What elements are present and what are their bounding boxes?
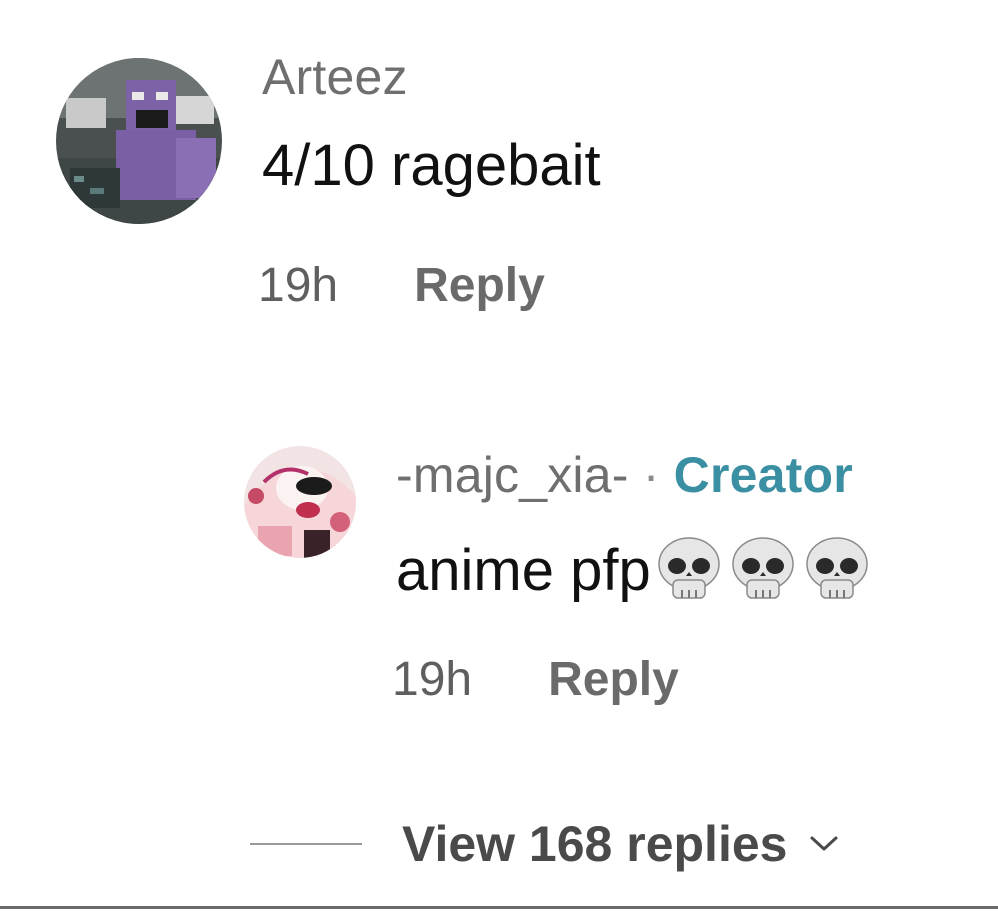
comment-timestamp: 19h (258, 259, 339, 312)
reply-meta: 19h Reply (392, 652, 679, 707)
comment-text: 4/10 ragebait (262, 133, 601, 198)
reply-text-row: anime pfp (396, 532, 873, 604)
comment-username[interactable]: Arteez (262, 48, 408, 106)
avatar[interactable] (56, 58, 222, 224)
bottom-divider (0, 906, 998, 909)
reply-header: -majc_xia- · Creator (396, 446, 853, 504)
skull-emoji (801, 532, 873, 604)
view-replies-button[interactable]: View 168 replies (250, 815, 839, 873)
creator-badge: Creator (673, 447, 853, 503)
reply-button[interactable]: Reply (548, 653, 679, 706)
skull-emoji (653, 532, 725, 604)
skull-emoji (727, 532, 799, 604)
reply-text: anime pfp (396, 538, 651, 603)
comment-meta: 19h Reply (258, 258, 545, 313)
reply-username[interactable]: -majc_xia- (396, 447, 629, 503)
divider-line (250, 843, 362, 845)
reply-timestamp: 19h (392, 653, 473, 706)
avatar[interactable] (244, 446, 356, 558)
chevron-down-icon (810, 836, 838, 851)
avatar-image (56, 58, 222, 224)
view-replies-label: View 168 replies (402, 816, 788, 872)
reply-button[interactable]: Reply (414, 259, 545, 312)
avatar-image (244, 446, 356, 558)
separator-dot: · (642, 447, 660, 503)
